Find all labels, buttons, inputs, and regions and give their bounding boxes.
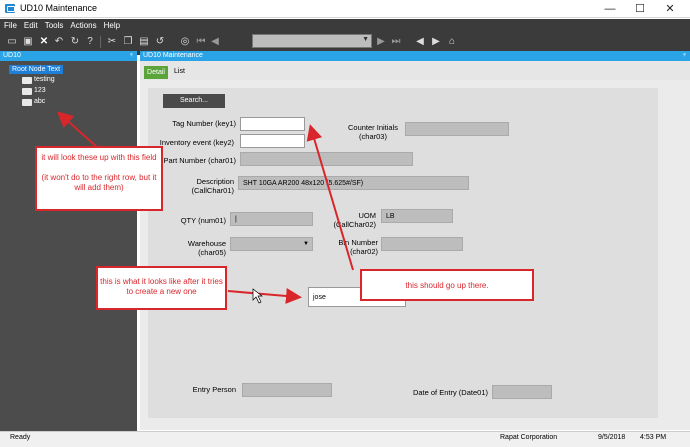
tree-annotation-note: it will look these up with this field (i… [35,146,163,211]
arrow-to-tree [57,111,99,149]
arrow-to-new-field [227,288,302,304]
should-go-here-annotation-note: this should go up there. [360,269,534,301]
status-text: Ready [10,434,31,441]
arrow-to-tag-number [306,124,354,271]
after-create-annotation-note: this is what it looks like after it trie… [96,266,227,310]
status-bar [0,431,690,447]
status-date: 9/5/2018 [598,434,626,441]
annotation-arrows [57,111,354,304]
mouse-cursor-icon [252,288,264,304]
status-time: 4:53 PM [640,434,667,441]
status-company: Rapat Corporation [500,434,558,441]
